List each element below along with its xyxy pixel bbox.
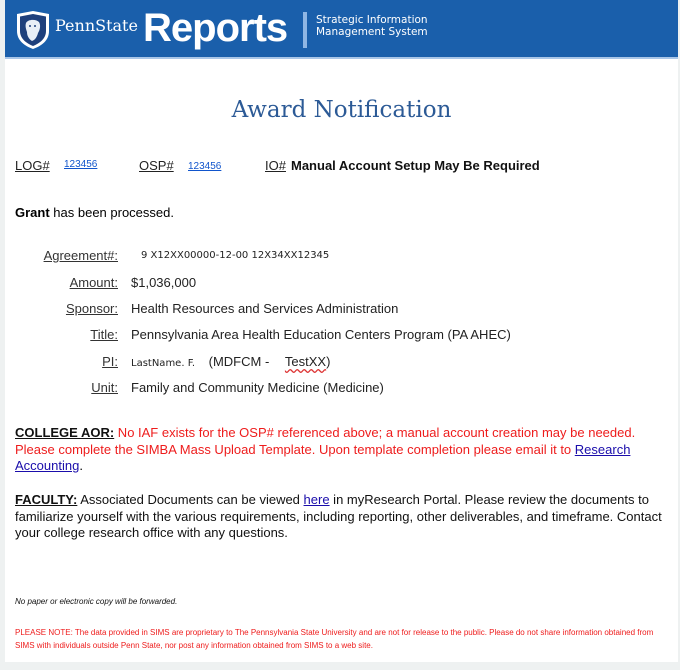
penn-state-shield-icon — [17, 11, 49, 49]
osp-label: OSP# — [139, 158, 174, 173]
sponsor-value: Health Resources and Services Administra… — [131, 301, 399, 316]
pi-value: LastName. F. (MDFCM - TestXX) — [131, 354, 330, 369]
agreement-label: Agreement#: — [43, 248, 118, 263]
io-label: IO# — [265, 158, 286, 173]
pi-dept: (MDFCM - — [208, 354, 270, 369]
amount-label: Amount: — [69, 275, 118, 290]
college-aor-notice: COLLEGE AOR: No IAF exists for the OSP# … — [15, 425, 670, 475]
no-copy-note: No paper or electronic copy will be forw… — [15, 597, 178, 606]
brand-name: PennState — [55, 16, 138, 35]
osp-number-link[interactable]: 123456 — [188, 161, 221, 172]
status-type: Grant — [15, 205, 50, 220]
pi-name: LastName. F. — [131, 358, 196, 369]
sponsor-label: Sponsor: — [65, 301, 118, 316]
pi-code: TestXX — [284, 354, 327, 369]
faculty-label: FACULTY: — [15, 492, 78, 507]
subtitle-line-2: Management System — [316, 26, 428, 38]
page-title: Award Notification — [231, 97, 452, 123]
disclaimer: PLEASE NOTE: The data provided in SIMS a… — [15, 628, 654, 650]
status-message: Grant has been processed. — [15, 205, 174, 220]
log-number-link[interactable]: 123456 — [64, 159, 97, 170]
product-name: Reports — [143, 6, 288, 50]
header-banner: PennState Reports Strategic Information … — [5, 0, 678, 59]
college-aor-label: COLLEGE AOR: — [15, 425, 115, 440]
amount-value: $1,036,000 — [131, 275, 197, 290]
unit-value: Family and Community Medicine (Medicine) — [131, 380, 384, 395]
agreement-value: 9 X12XX00000-12-00 12X34XX12345 — [141, 250, 330, 261]
documents-here-link[interactable]: here — [304, 492, 330, 507]
faculty-text-1: Associated Documents can be viewed — [77, 492, 304, 507]
title-label: Title: — [90, 327, 118, 342]
io-value: Manual Account Setup May Be Required — [291, 158, 540, 173]
faculty-notice: FACULTY: Associated Documents can be vie… — [15, 492, 670, 542]
subtitle-line-1: Strategic Information — [316, 14, 428, 26]
college-aor-end: . — [79, 458, 83, 473]
log-label: LOG# — [15, 158, 50, 173]
title-value: Pennsylvania Area Health Education Cente… — [131, 327, 511, 342]
pi-label: PI: — [102, 354, 118, 369]
header-divider — [303, 12, 307, 48]
unit-label: Unit: — [91, 380, 118, 395]
status-text: has been processed. — [49, 205, 174, 220]
pi-close: ) — [326, 354, 331, 369]
email-body: PennState Reports Strategic Information … — [5, 0, 678, 662]
header-subtitle: Strategic Information Management System — [316, 14, 428, 38]
